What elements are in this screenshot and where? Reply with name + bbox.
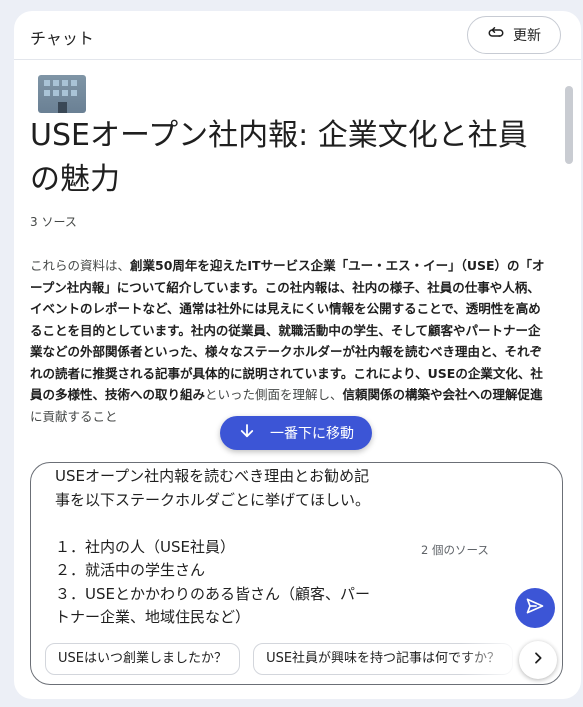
send-button[interactable] <box>515 588 555 628</box>
suggestion-chips: USEはいつ創業しましたか？ USE社員が興味を持つ記事は何ですか？ <box>45 643 525 675</box>
chat-header: チャット 更新 <box>14 11 581 60</box>
refresh-button[interactable]: 更新 <box>467 16 561 54</box>
notebook-summary: これらの資料は、創業50周年を迎えたITサービス企業「ユー・エス・イー」（USE… <box>30 255 548 427</box>
notebook-title: USEオープン社内報: 企業文化と社員の魅力 <box>30 118 528 197</box>
refresh-icon <box>487 24 505 46</box>
send-icon <box>525 596 545 620</box>
source-count-badge: 2 個のソース <box>421 543 489 557</box>
notebook-thumbnail <box>38 75 86 113</box>
scroll-to-bottom-button[interactable]: 一番下に移動 <box>220 416 372 450</box>
sources-count: 3 ソース <box>30 215 77 229</box>
summary-segment: に貢献すること <box>30 408 118 424</box>
chat-input-box[interactable]: USEオープン社内報を読むべき理由とお勧め記 事を以下ステークホルダごとに挙げて… <box>30 462 563 685</box>
arrow-down-icon <box>238 422 256 444</box>
chips-fade <box>461 643 521 675</box>
chat-panel: チャット 更新 USEオープン社内報: 企業文化と社員の魅力 3 ソース これら… <box>14 11 581 699</box>
suggestion-chip[interactable]: USEはいつ創業しましたか？ <box>45 643 240 675</box>
refresh-label: 更新 <box>513 28 541 44</box>
query-text[interactable]: USEオープン社内報を読むべき理由とお勧め記 事を以下ステークホルダごとに挙げて… <box>55 465 405 630</box>
summary-segment: 創業50周年を迎えたITサービス企業「ユー・エス・イー」（USE）の「オープン社… <box>30 258 545 402</box>
summary-segment: といった側面を理解し、 <box>205 387 343 402</box>
summary-segment: これらの資料は、 <box>30 258 131 273</box>
chevron-right-icon <box>530 650 546 670</box>
suggestions-next-button[interactable] <box>519 641 557 679</box>
chat-title: チャット <box>30 29 94 48</box>
summary-segment: 信頼関係の構築や会社への理解促進 <box>342 387 543 402</box>
scrollbar-thumb[interactable] <box>565 86 573 164</box>
scroll-to-bottom-label: 一番下に移動 <box>270 426 354 442</box>
